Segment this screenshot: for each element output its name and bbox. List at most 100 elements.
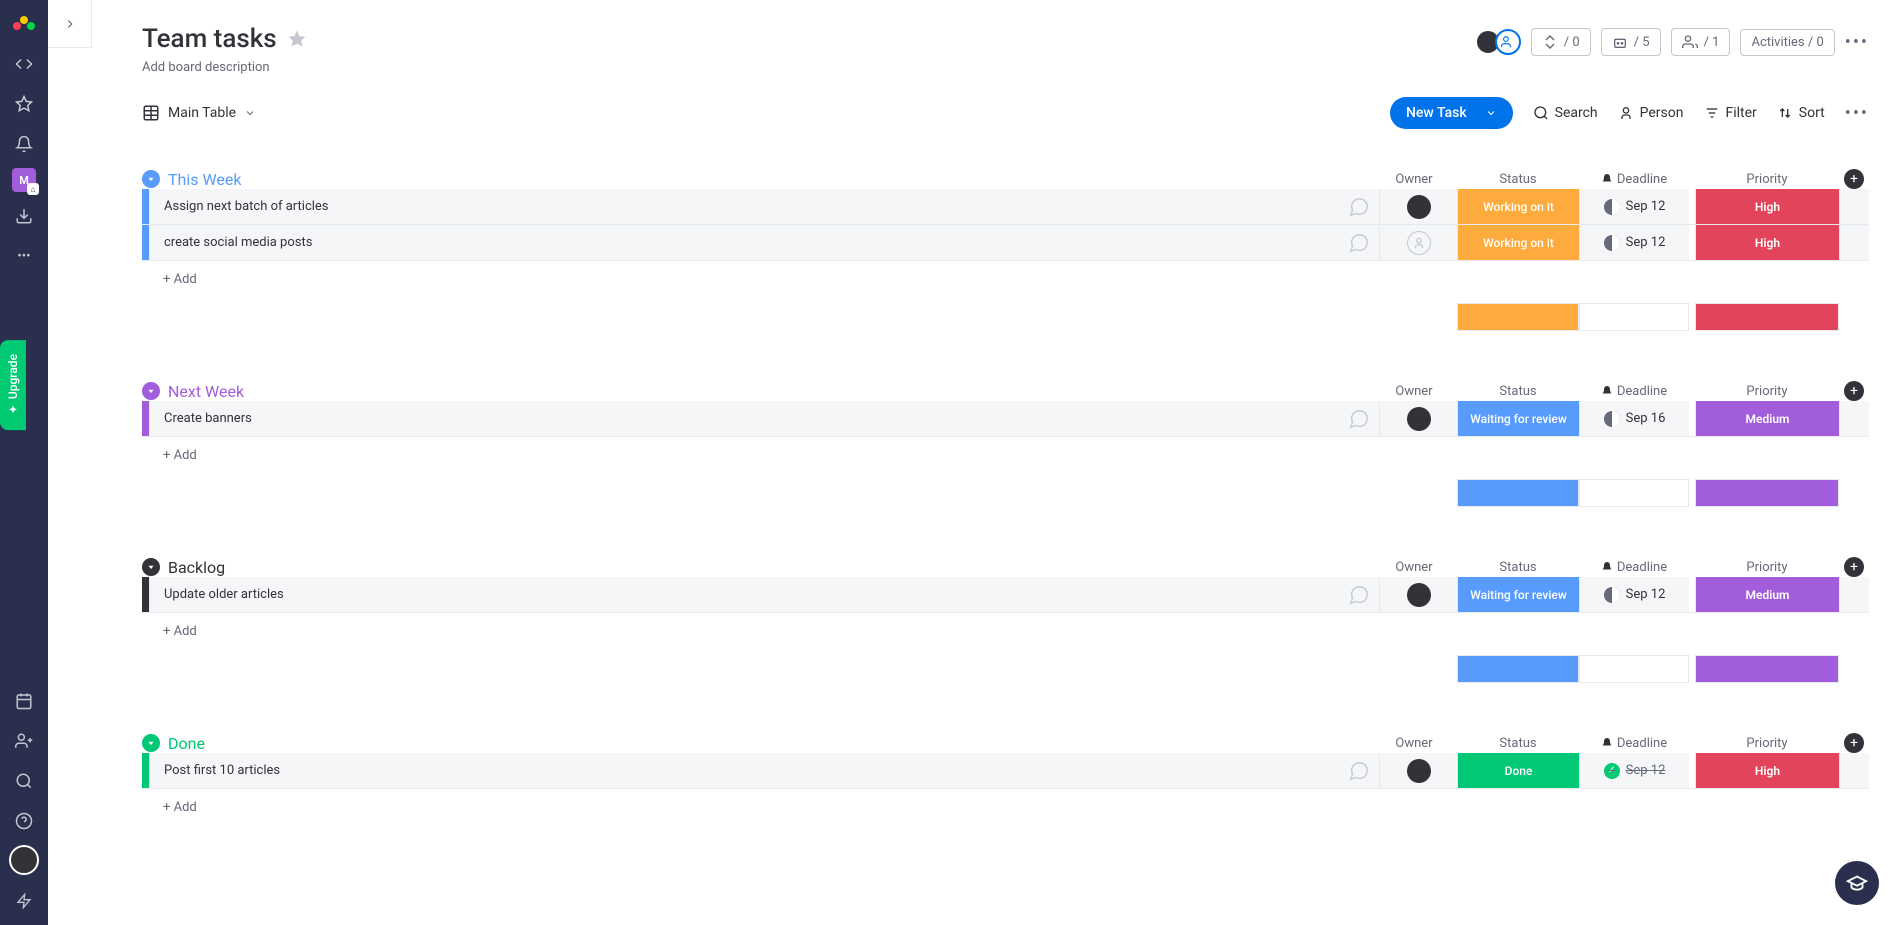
task-row[interactable]: Update older articles Waiting for review… (142, 577, 1869, 613)
owner-cell[interactable] (1379, 577, 1457, 612)
column-header-owner[interactable]: Owner (1375, 384, 1453, 399)
owner-cell[interactable] (1379, 401, 1457, 436)
help-fab[interactable] (1835, 861, 1879, 905)
sort-button[interactable]: Sort (1777, 105, 1825, 121)
code-icon[interactable] (8, 48, 40, 80)
column-header-deadline[interactable]: Deadline (1579, 384, 1689, 399)
workspace-badge[interactable]: M⌂ (12, 168, 36, 192)
deadline-cell[interactable]: Sep 12 (1579, 225, 1689, 260)
owner-cell[interactable] (1379, 753, 1457, 788)
board-description[interactable]: Add board description (142, 60, 1869, 75)
search-button[interactable]: Search (1533, 105, 1598, 121)
column-header-priority[interactable]: Priority (1695, 560, 1839, 575)
favorites-icon[interactable] (8, 88, 40, 120)
person-filter-button[interactable]: Person (1618, 105, 1684, 121)
task-name[interactable]: Post first 10 articles (149, 753, 1339, 788)
add-column-button[interactable]: + (1844, 733, 1864, 753)
deadline-cell[interactable]: ✓Sep 12 (1579, 753, 1689, 788)
notifications-icon[interactable] (8, 128, 40, 160)
download-icon[interactable] (8, 200, 40, 232)
automations-button[interactable]: / 5 (1601, 28, 1661, 56)
conversation-icon[interactable] (1339, 401, 1379, 436)
task-row[interactable]: Assign next batch of articles Working on… (142, 189, 1869, 225)
column-header-owner[interactable]: Owner (1375, 736, 1453, 751)
column-header-priority[interactable]: Priority (1695, 172, 1839, 187)
group-collapse-icon[interactable] (142, 170, 160, 188)
conversation-icon[interactable] (1339, 225, 1379, 260)
group-collapse-icon[interactable] (142, 382, 160, 400)
deadline-cell[interactable]: Sep 16 (1579, 401, 1689, 436)
add-task-input[interactable]: + Add (149, 448, 1869, 463)
board-title[interactable]: Team tasks (142, 24, 277, 54)
new-task-button[interactable]: New Task (1390, 97, 1513, 129)
add-task-input[interactable]: + Add (149, 624, 1869, 639)
add-column-button[interactable]: + (1844, 557, 1864, 577)
status-cell[interactable]: Working on it (1457, 189, 1579, 224)
group-title[interactable]: Backlog (168, 558, 225, 577)
star-icon[interactable] (287, 29, 307, 49)
group-title[interactable]: Next Week (168, 382, 244, 401)
integrations-button[interactable]: / 0 (1531, 28, 1591, 56)
task-name[interactable]: Update older articles (149, 577, 1339, 612)
column-header-status[interactable]: Status (1457, 560, 1579, 575)
sidebar-expand-button[interactable] (48, 0, 92, 48)
filter-button[interactable]: Filter (1704, 105, 1757, 121)
more-icon[interactable]: ••• (8, 240, 40, 272)
column-header-priority[interactable]: Priority (1695, 736, 1839, 751)
task-row[interactable]: Post first 10 articles Done ✓Sep 12 High (142, 753, 1869, 789)
column-header-priority[interactable]: Priority (1695, 384, 1839, 399)
group-title[interactable]: This Week (168, 170, 242, 189)
priority-cell[interactable]: High (1695, 225, 1839, 260)
group-collapse-icon[interactable] (142, 558, 160, 576)
app-logo[interactable] (10, 8, 38, 36)
board-menu-icon[interactable]: ••• (1845, 32, 1869, 53)
status-cell[interactable]: Waiting for review (1457, 577, 1579, 612)
owner-avatar[interactable] (1407, 583, 1431, 607)
group-title[interactable]: Done (168, 734, 205, 753)
owner-empty-icon[interactable] (1407, 231, 1431, 255)
add-task-input[interactable]: + Add (149, 800, 1869, 815)
priority-cell[interactable]: Medium (1695, 401, 1839, 436)
task-row[interactable]: Create banners Waiting for review Sep 16… (142, 401, 1869, 437)
add-member-icon[interactable] (1495, 29, 1521, 55)
conversation-icon[interactable] (1339, 189, 1379, 224)
task-row[interactable]: create social media posts Working on it … (142, 225, 1869, 261)
column-header-status[interactable]: Status (1457, 384, 1579, 399)
status-cell[interactable]: Working on it (1457, 225, 1579, 260)
deadline-cell[interactable]: Sep 12 (1579, 577, 1689, 612)
add-column-button[interactable]: + (1844, 169, 1864, 189)
toolbar-more-icon[interactable]: ••• (1845, 103, 1869, 124)
user-avatar[interactable] (9, 845, 39, 875)
status-cell[interactable]: Done (1457, 753, 1579, 788)
task-name[interactable]: Assign next batch of articles (149, 189, 1339, 224)
column-header-deadline[interactable]: Deadline (1579, 736, 1689, 751)
status-cell[interactable]: Waiting for review (1457, 401, 1579, 436)
task-name[interactable]: create social media posts (149, 225, 1339, 260)
owner-avatar[interactable] (1407, 407, 1431, 431)
view-selector[interactable]: Main Table (142, 104, 256, 122)
activities-button[interactable]: Activities / 0 (1740, 29, 1834, 56)
owner-avatar[interactable] (1407, 195, 1431, 219)
invite-icon[interactable] (8, 725, 40, 757)
calendar-icon[interactable] (8, 685, 40, 717)
column-header-deadline[interactable]: Deadline (1579, 560, 1689, 575)
column-header-deadline[interactable]: Deadline (1579, 172, 1689, 187)
priority-cell[interactable]: High (1695, 753, 1839, 788)
deadline-cell[interactable]: Sep 12 (1579, 189, 1689, 224)
task-name[interactable]: Create banners (149, 401, 1339, 436)
group-collapse-icon[interactable] (142, 734, 160, 752)
search-icon[interactable] (8, 765, 40, 797)
column-header-status[interactable]: Status (1457, 172, 1579, 187)
priority-cell[interactable]: Medium (1695, 577, 1839, 612)
priority-cell[interactable]: High (1695, 189, 1839, 224)
board-members[interactable] (1475, 29, 1521, 55)
help-icon[interactable] (8, 805, 40, 837)
owner-cell[interactable] (1379, 189, 1457, 224)
add-task-input[interactable]: + Add (149, 272, 1869, 287)
add-column-button[interactable]: + (1844, 381, 1864, 401)
bolt-icon[interactable] (8, 885, 40, 917)
members-count-button[interactable]: / 1 (1671, 28, 1731, 56)
column-header-owner[interactable]: Owner (1375, 172, 1453, 187)
column-header-owner[interactable]: Owner (1375, 560, 1453, 575)
owner-cell[interactable] (1379, 225, 1457, 260)
